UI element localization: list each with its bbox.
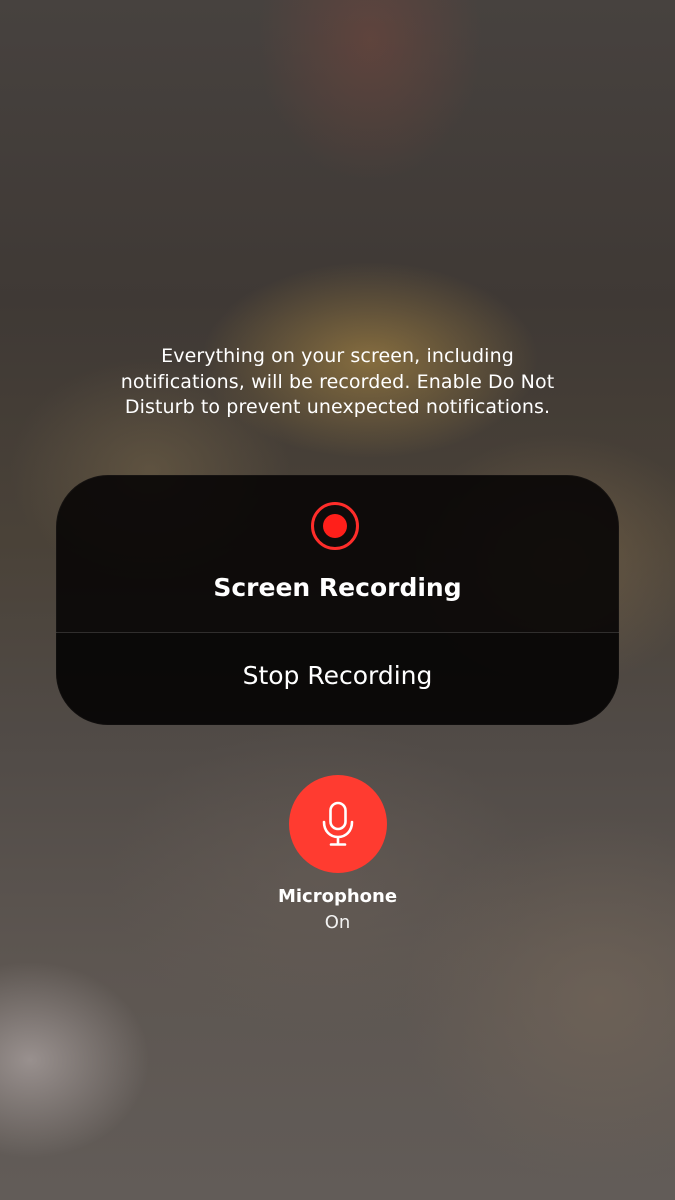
recording-warning-text: Everything on your screen, including not… xyxy=(120,345,555,418)
record-dot xyxy=(323,514,347,538)
screen-recording-panel: Screen Recording Stop Recording xyxy=(56,475,619,725)
microphone-icon xyxy=(322,801,354,846)
record-icon xyxy=(311,502,359,550)
screen-recording-overlay: Everything on your screen, including not… xyxy=(0,0,675,1200)
microphone-label: Microphone xyxy=(277,886,398,907)
stop-recording-button[interactable]: Stop Recording xyxy=(56,633,619,725)
stop-recording-label: Stop Recording xyxy=(242,661,433,690)
microphone-status: On xyxy=(324,912,351,933)
panel-title: Screen Recording xyxy=(213,573,462,602)
microphone-toggle-button[interactable] xyxy=(289,775,387,873)
